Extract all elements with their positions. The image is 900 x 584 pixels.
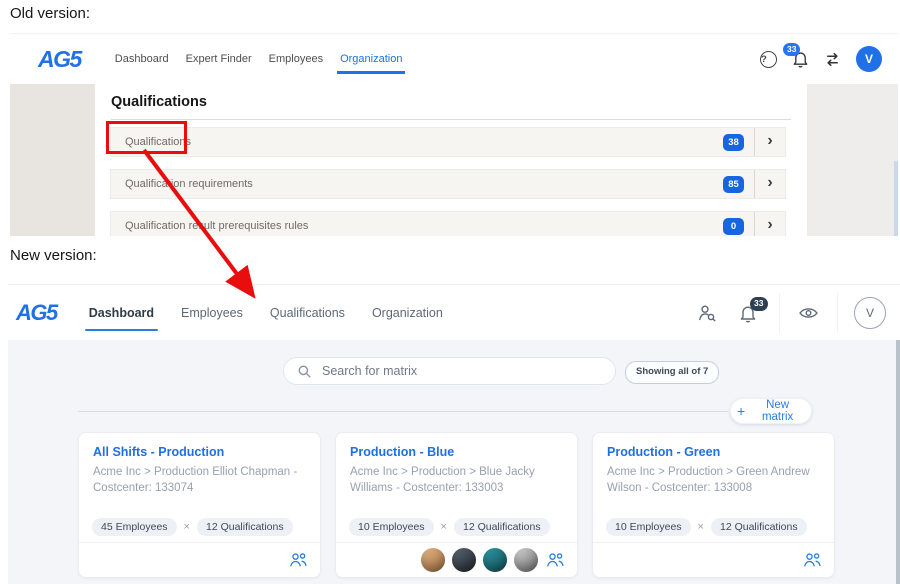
divider — [78, 411, 728, 412]
ag5-logo: AG5 — [38, 46, 81, 73]
old-header-actions: ? 33 V — [760, 46, 882, 72]
matrix-badges: 10 Employees × 12 Qualifications — [606, 518, 807, 536]
count-badge: 0 — [723, 218, 744, 235]
matrix-description: Acme Inc > Production > Green Andrew Wil… — [607, 464, 820, 496]
plus-icon: + — [737, 404, 745, 418]
help-icon[interactable]: ? — [760, 51, 777, 68]
matrix-card-footer — [336, 542, 577, 577]
nav-dashboard[interactable]: Dashboard — [115, 53, 169, 65]
nav-expert-finder[interactable]: Expert Finder — [186, 53, 252, 65]
old-sidebar — [10, 84, 96, 236]
annotation-highlight-box — [106, 121, 187, 154]
qualifications-badge: 12 Qualifications — [711, 518, 807, 536]
matrix-badges: 10 Employees × 12 Qualifications — [349, 518, 550, 536]
notification-badge: 33 — [783, 43, 800, 56]
list-item-qualification-result-prerequisites-rules[interactable]: Qualification result prerequisites rules… — [110, 211, 786, 236]
row-right: 0 › — [723, 212, 785, 236]
avatar[interactable] — [452, 548, 476, 572]
employees-badge: 10 Employees — [606, 518, 691, 536]
notification-badge: 33 — [750, 297, 768, 311]
scrollbar[interactable] — [894, 161, 898, 236]
multiply-icon: × — [441, 521, 447, 533]
search-input[interactable] — [320, 363, 615, 379]
matrix-description: Acme Inc > Production > Blue Jacky Willi… — [350, 464, 563, 496]
team-icon[interactable] — [802, 551, 822, 569]
help-glyph: ? — [761, 54, 767, 65]
chevron-right-icon[interactable]: › — [755, 133, 785, 151]
new-nav: Dashboard Employees Qualifications Organ… — [89, 306, 443, 320]
scrollbar[interactable] — [896, 340, 900, 584]
nav-organization[interactable]: Organization — [340, 53, 402, 65]
count-badge: 85 — [723, 176, 744, 193]
header-divider — [779, 293, 780, 333]
user-avatar[interactable]: V — [856, 46, 882, 72]
employees-badge: 45 Employees — [92, 518, 177, 536]
ag5-logo: AG5 — [16, 300, 57, 326]
qualifications-badge: 12 Qualifications — [454, 518, 550, 536]
notifications-button[interactable]: 33 — [792, 50, 809, 68]
team-icon[interactable] — [288, 551, 308, 569]
header-divider — [837, 293, 838, 333]
matrix-card-footer — [593, 542, 834, 577]
row-right: 38 › — [723, 128, 785, 156]
tab-dashboard[interactable]: Dashboard — [89, 306, 154, 320]
qualifications-list: Qualifications 38 › Qualification requir… — [110, 127, 786, 236]
new-header-actions: 33 V — [697, 285, 900, 341]
user-avatar[interactable]: V — [854, 297, 886, 329]
matrix-title[interactable]: Production - Green — [607, 445, 820, 459]
old-nav: Dashboard Expert Finder Employees Organi… — [115, 53, 403, 65]
list-item-qualifications[interactable]: Qualifications 38 › — [110, 127, 786, 157]
tab-organization[interactable]: Organization — [372, 306, 443, 320]
matrix-card-production-blue[interactable]: Production - Blue Acme Inc > Production … — [335, 432, 578, 578]
new-header: AG5 Dashboard Employees Qualifications O… — [8, 284, 900, 341]
new-version-label: New version: — [10, 247, 97, 264]
tab-qualifications[interactable]: Qualifications — [270, 306, 345, 320]
nav-employees[interactable]: Employees — [269, 53, 323, 65]
employees-badge: 10 Employees — [349, 518, 434, 536]
matrix-title[interactable]: All Shifts - Production — [93, 445, 306, 459]
chevron-right-icon[interactable]: › — [755, 217, 785, 235]
new-matrix-label: New matrix — [750, 399, 805, 423]
tab-employees[interactable]: Employees — [181, 306, 243, 320]
eye-icon[interactable] — [798, 305, 819, 321]
matrix-card-production-green[interactable]: Production - Green Acme Inc > Production… — [592, 432, 835, 578]
qualifications-badge: 12 Qualifications — [197, 518, 293, 536]
matrix-badges: 45 Employees × 12 Qualifications — [92, 518, 293, 536]
list-item-qualification-requirements[interactable]: Qualification requirements 85 › — [110, 169, 786, 199]
matrix-description: Acme Inc > Production Elliot Chapman - C… — [93, 464, 306, 496]
matrix-card-footer — [79, 542, 320, 577]
avatar[interactable] — [514, 548, 538, 572]
qualifications-panel: Qualifications Qualifications 38 › Quali… — [95, 84, 807, 236]
search-icon — [297, 364, 312, 379]
multiply-icon: × — [184, 521, 190, 533]
matrix-card-all-shifts-production[interactable]: All Shifts - Production Acme Inc > Produ… — [78, 432, 321, 578]
old-version-label: Old version: — [10, 5, 90, 22]
sync-icon[interactable] — [824, 51, 841, 68]
old-content-area: Qualifications Qualifications 38 › Quali… — [10, 84, 898, 236]
user-search-icon[interactable] — [697, 303, 717, 323]
matrix-title[interactable]: Production - Blue — [350, 445, 563, 459]
row-right: 85 › — [723, 170, 785, 198]
team-icon[interactable] — [545, 551, 565, 569]
search-matrix-field[interactable] — [283, 357, 616, 385]
showing-count-pill[interactable]: Showing all of 7 — [625, 361, 719, 384]
dashboard-content: Showing all of 7 + New matrix All Shifts… — [8, 340, 900, 584]
chevron-right-icon[interactable]: › — [755, 175, 785, 193]
avatar[interactable] — [421, 548, 445, 572]
count-badge: 38 — [723, 134, 744, 151]
new-version-screenshot: AG5 Dashboard Employees Qualifications O… — [8, 284, 900, 584]
avatar[interactable] — [483, 548, 507, 572]
old-header: AG5 Dashboard Expert Finder Employees Or… — [10, 34, 898, 85]
row-label: Qualification requirements — [125, 178, 253, 190]
multiply-icon: × — [698, 521, 704, 533]
row-label: Qualification result prerequisites rules — [125, 220, 308, 232]
notifications-button[interactable]: 33 — [739, 304, 757, 323]
new-matrix-button[interactable]: + New matrix — [730, 398, 812, 424]
panel-title: Qualifications — [111, 94, 791, 120]
